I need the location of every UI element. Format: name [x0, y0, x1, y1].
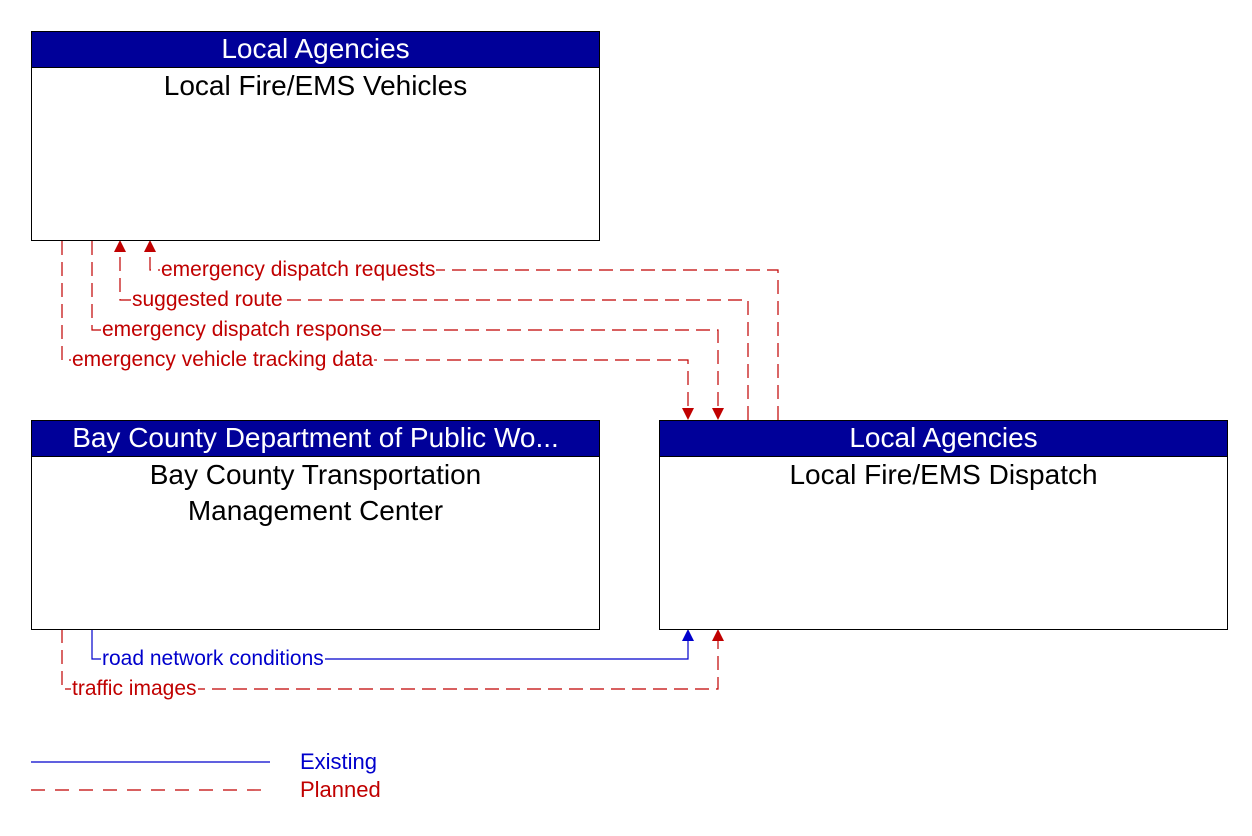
box-element-name: Bay County Transportation Management Cen… [32, 457, 599, 529]
flow-label-emergency-dispatch-requests[interactable]: emergency dispatch requests [160, 258, 437, 282]
box-bay-county-tmc[interactable]: Bay County Department of Public Wo... Ba… [31, 420, 600, 630]
legend-planned-label: Planned [300, 777, 381, 802]
arrow-head-emergency-dispatch-response [712, 408, 724, 420]
arrow-head-emergency-dispatch-requests [144, 240, 156, 252]
flow-label-emergency-dispatch-response[interactable]: emergency dispatch response [101, 318, 384, 342]
arrow-head-emergency-vehicle-tracking-data [682, 408, 694, 420]
box-agency-header: Local Agencies [660, 421, 1227, 457]
box-local-fire-ems-vehicles[interactable]: Local Agencies Local Fire/EMS Vehicles [31, 31, 600, 241]
box-element-name: Local Fire/EMS Vehicles [163, 70, 468, 101]
box-element-name-line1: Bay County Transportation [149, 459, 482, 490]
box-agency-header: Local Agencies [32, 32, 599, 68]
box-element-name-line2: Management Center [187, 495, 444, 526]
box-local-fire-ems-dispatch[interactable]: Local Agencies Local Fire/EMS Dispatch [659, 420, 1228, 630]
arrow-head-traffic-images [712, 629, 724, 641]
legend-existing-label: Existing [300, 749, 378, 774]
flow-label-road-network-conditions[interactable]: road network conditions [101, 647, 325, 671]
box-element-name: Local Fire/EMS Dispatch [789, 459, 1098, 490]
flow-label-suggested-route[interactable]: suggested route [131, 288, 284, 312]
arrow-head-suggested-route [114, 240, 126, 252]
flow-label-traffic-images[interactable]: traffic images [71, 677, 198, 701]
box-agency-header: Bay County Department of Public Wo... [32, 421, 599, 457]
flow-label-emergency-vehicle-tracking-data[interactable]: emergency vehicle tracking data [71, 348, 375, 372]
arrow-head-road-network-conditions [682, 629, 694, 641]
